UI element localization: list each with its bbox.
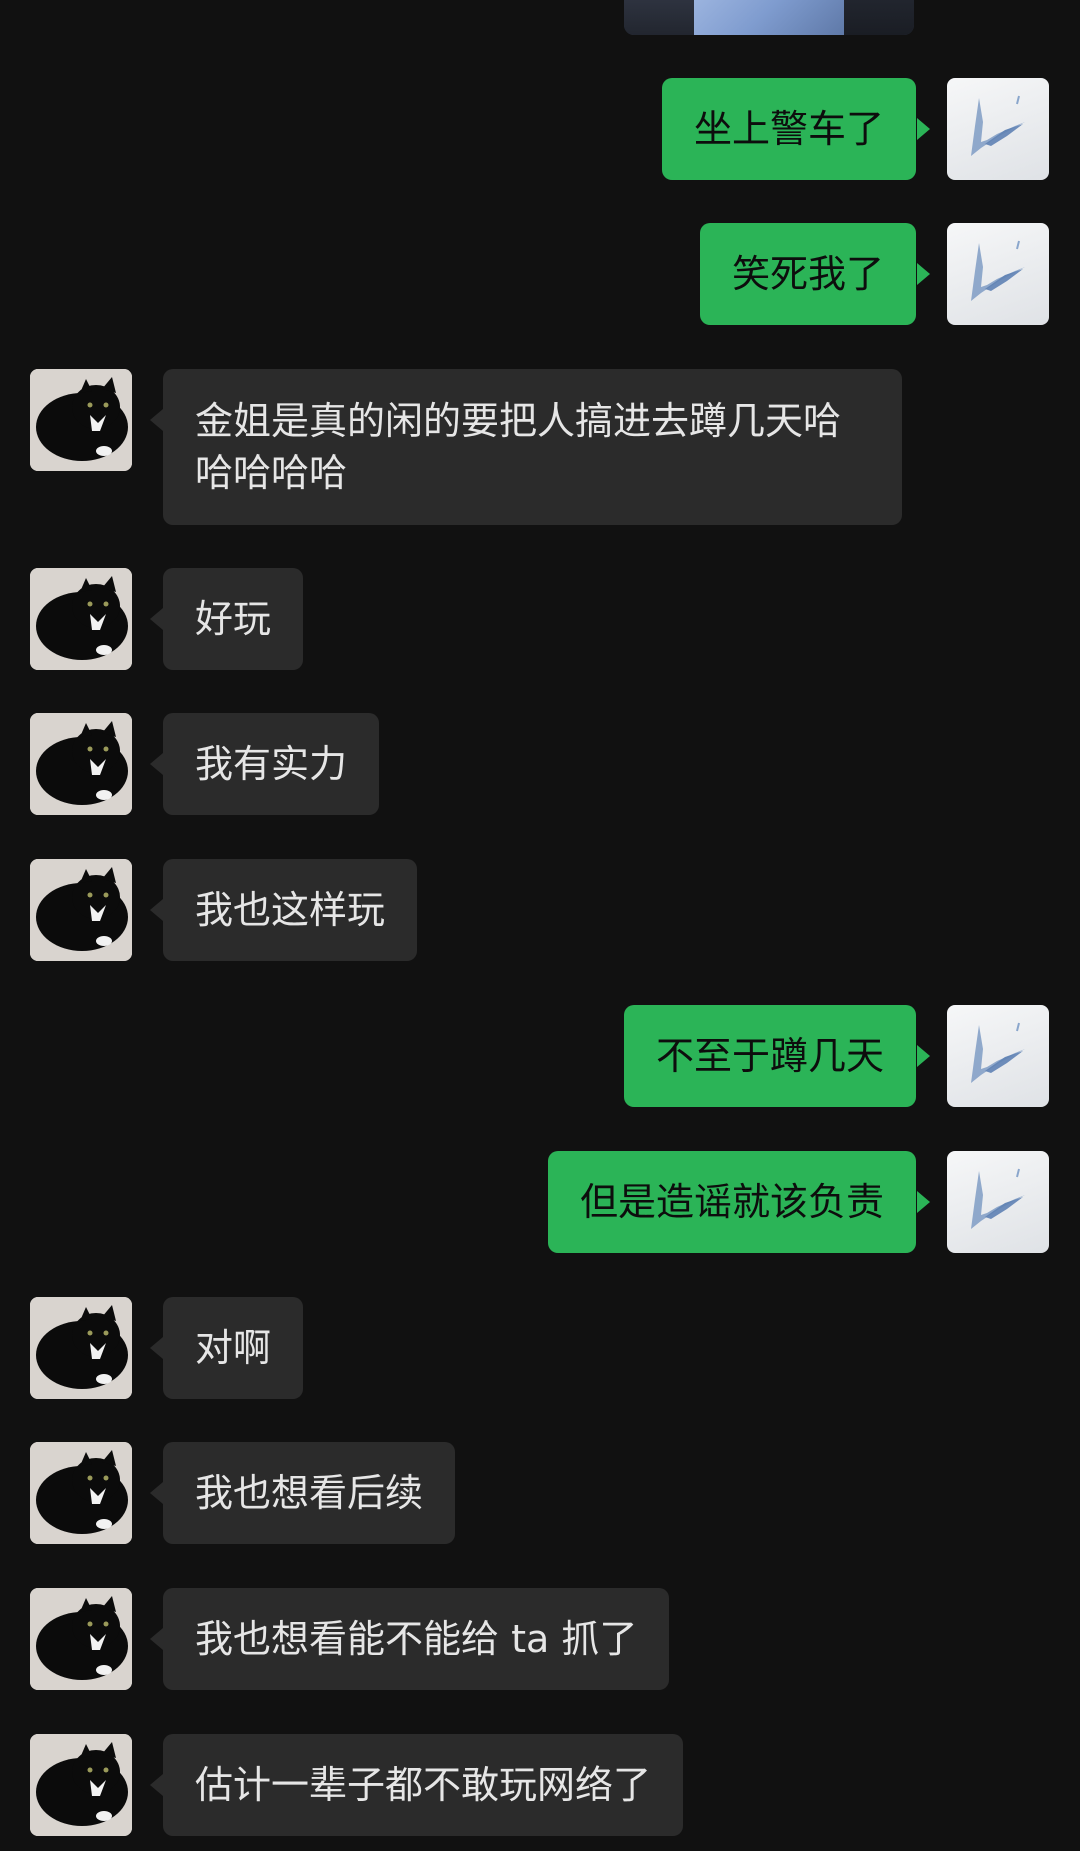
sent-message-bubble[interactable]: 不至于蹲几天 bbox=[623, 1005, 916, 1107]
message-text: 笑死我了 bbox=[731, 252, 884, 296]
sent-message-bubble[interactable]: 但是造谣就该负责 bbox=[547, 1151, 916, 1253]
contact-avatar[interactable] bbox=[30, 1297, 132, 1399]
contact-avatar[interactable] bbox=[30, 1734, 132, 1836]
contact-avatar[interactable] bbox=[30, 859, 132, 961]
bubble-tail bbox=[150, 409, 163, 431]
message-text: 金姐是真的闲的要把人搞进去蹲几天哈哈哈哈哈 bbox=[195, 399, 842, 495]
bubble-tail bbox=[150, 753, 163, 775]
black-cat-avatar-icon bbox=[30, 369, 132, 471]
contact-avatar[interactable] bbox=[30, 369, 132, 471]
bubble-tail bbox=[917, 1045, 930, 1067]
image-message-thumbnail[interactable] bbox=[624, 0, 914, 35]
bubble-tail bbox=[150, 1482, 163, 1504]
message-text: 我也这样玩 bbox=[195, 888, 386, 932]
message-text: 但是造谣就该负责 bbox=[579, 1180, 884, 1224]
image-dark-right bbox=[844, 0, 914, 35]
bubble-tail bbox=[150, 1337, 163, 1359]
received-message-bubble[interactable]: 估计一辈子都不敢玩网络了 bbox=[163, 1734, 684, 1836]
self-avatar[interactable] bbox=[947, 1005, 1049, 1107]
message-text: 我也想看后续 bbox=[195, 1471, 424, 1515]
received-message-bubble[interactable]: 我也想看后续 bbox=[163, 1442, 456, 1544]
bubble-tail bbox=[917, 118, 930, 140]
black-cat-avatar-icon bbox=[30, 1734, 132, 1836]
message-text: 对啊 bbox=[195, 1326, 272, 1370]
bubble-tail bbox=[150, 608, 163, 630]
message-text: 不至于蹲几天 bbox=[655, 1034, 884, 1078]
message-text: 我也想看能不能给 ta 抓了 bbox=[195, 1617, 638, 1661]
received-message-bubble[interactable]: 我有实力 bbox=[163, 713, 380, 815]
received-message-bubble[interactable]: 对啊 bbox=[163, 1297, 304, 1399]
received-message-bubble[interactable]: 好玩 bbox=[163, 568, 304, 670]
message-text: 我有实力 bbox=[195, 742, 348, 786]
self-avatar[interactable] bbox=[947, 223, 1049, 325]
bubble-tail bbox=[150, 899, 163, 921]
message-text: 坐上警车了 bbox=[693, 107, 884, 151]
bubble-tail bbox=[917, 263, 930, 285]
contact-avatar[interactable] bbox=[30, 1442, 132, 1544]
bubble-tail bbox=[150, 1774, 163, 1796]
dragon-sketch-avatar-icon bbox=[971, 1022, 1025, 1083]
bubble-tail bbox=[917, 1191, 930, 1213]
self-avatar[interactable] bbox=[947, 78, 1049, 180]
received-message-bubble[interactable]: 我也想看能不能给 ta 抓了 bbox=[163, 1588, 670, 1690]
sent-message-bubble[interactable]: 笑死我了 bbox=[699, 223, 916, 325]
message-text: 好玩 bbox=[195, 597, 272, 641]
dragon-sketch-avatar-icon bbox=[971, 240, 1025, 301]
image-dark-left bbox=[624, 0, 696, 35]
black-cat-avatar-icon bbox=[30, 1297, 132, 1399]
black-cat-avatar-icon bbox=[30, 1442, 132, 1544]
dragon-sketch-avatar-icon bbox=[971, 1168, 1025, 1229]
black-cat-avatar-icon bbox=[30, 568, 132, 670]
black-cat-avatar-icon bbox=[30, 713, 132, 815]
received-message-bubble[interactable]: 金姐是真的闲的要把人搞进去蹲几天哈哈哈哈哈 bbox=[163, 369, 902, 525]
sent-message-bubble[interactable]: 坐上警车了 bbox=[661, 78, 916, 180]
contact-avatar[interactable] bbox=[30, 713, 132, 815]
self-avatar[interactable] bbox=[947, 1151, 1049, 1253]
black-cat-avatar-icon bbox=[30, 1588, 132, 1690]
contact-avatar[interactable] bbox=[30, 568, 132, 670]
image-blue-fabric bbox=[694, 0, 844, 35]
bubble-tail bbox=[150, 1628, 163, 1650]
received-message-bubble[interactable]: 我也这样玩 bbox=[163, 859, 418, 961]
contact-avatar[interactable] bbox=[30, 1588, 132, 1690]
message-text: 估计一辈子都不敢玩网络了 bbox=[195, 1763, 652, 1807]
dragon-sketch-avatar-icon bbox=[971, 95, 1025, 156]
black-cat-avatar-icon bbox=[30, 859, 132, 961]
